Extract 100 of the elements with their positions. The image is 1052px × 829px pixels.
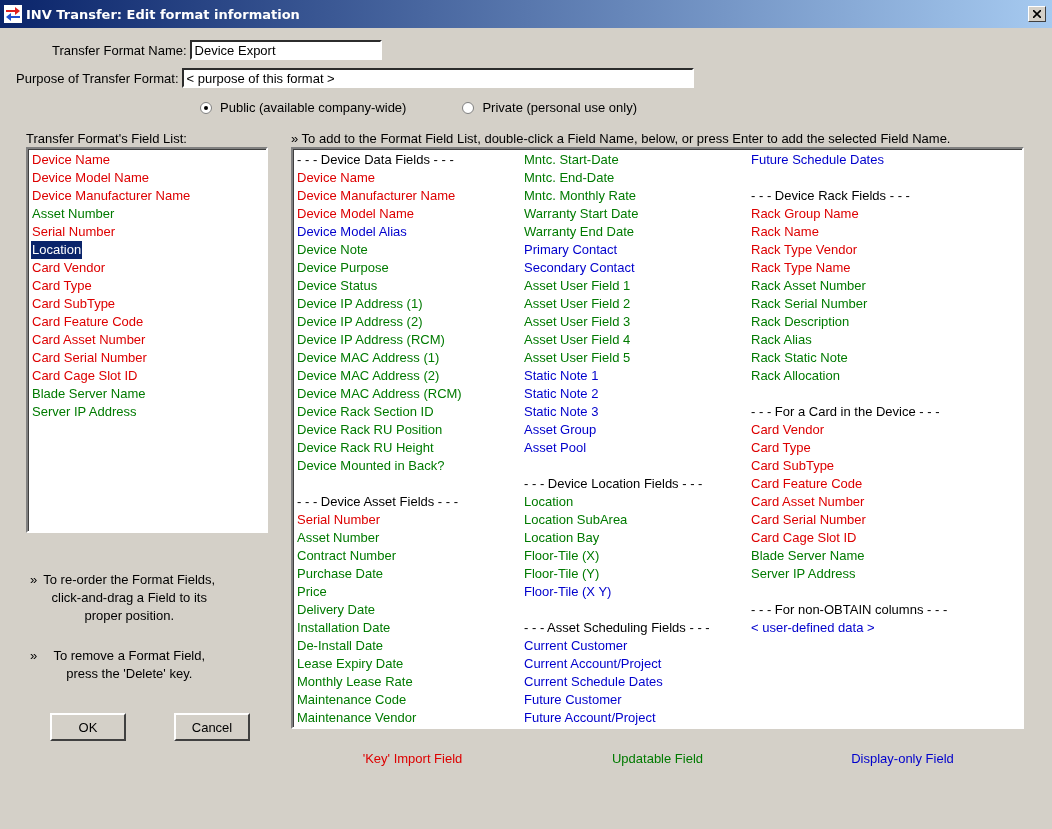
radio-label[interactable]: Public (available company-wide) [220,100,407,115]
field-item[interactable]: Device MAC Address (RCM) [296,385,463,403]
field-item[interactable]: Card Vendor [750,421,825,439]
list-item[interactable]: Location [31,241,83,259]
field-item[interactable]: Future Schedule Dates [750,151,885,169]
radio-button[interactable] [200,101,212,114]
field-item[interactable]: Asset User Field 4 [523,331,632,349]
list-item[interactable]: Card SubType [31,295,117,313]
close-button[interactable] [1028,6,1046,22]
field-item[interactable]: Server IP Address [750,565,857,583]
field-item[interactable]: Asset Pool [523,439,588,457]
list-item[interactable]: Card Feature Code [31,313,145,331]
purpose-field[interactable]: < purpose of this format > [181,68,694,88]
field-item[interactable]: Device Mounted in Back? [296,457,446,475]
field-item[interactable]: Current Schedule Dates [523,673,664,691]
list-item[interactable]: Card Serial Number [31,349,148,367]
field-item[interactable]: Asset User Field 3 [523,313,632,331]
field-item[interactable]: Device Note [296,241,369,259]
radio-button[interactable] [462,101,475,114]
cancel-button[interactable]: Cancel [174,713,250,741]
field-item[interactable]: Floor-Tile (X Y) [523,583,613,601]
field-item[interactable]: Card Serial Number [750,511,867,529]
list-item[interactable]: Asset Number [31,205,116,223]
list-item[interactable]: Blade Server Name [31,385,147,403]
field-item[interactable]: Rack Description [750,313,851,331]
field-item[interactable]: Card Cage Slot ID [750,529,858,547]
field-item[interactable]: Rack Serial Number [750,295,869,313]
field-item[interactable]: Device Purpose [296,259,390,277]
field-item[interactable]: Device MAC Address (1) [296,349,441,367]
field-item[interactable]: Current Customer [523,637,629,655]
field-item[interactable]: Current Account/Project [523,655,663,673]
field-item[interactable]: Card SubType [750,457,836,475]
field-item[interactable]: Device IP Address (1) [296,295,424,313]
field-item[interactable]: Serial Number [296,511,382,529]
list-item[interactable]: Card Asset Number [31,331,147,349]
field-item[interactable]: Device Rack Section ID [296,403,435,421]
field-item[interactable]: De-Install Date [296,637,384,655]
field-item[interactable]: Maintenance Code [296,691,408,709]
list-item[interactable]: Card Cage Slot ID [31,367,139,385]
list-item[interactable]: Server IP Address [31,403,138,421]
field-item[interactable]: Floor-Tile (X) [523,547,601,565]
field-item[interactable]: Device Name [296,169,377,187]
list-item[interactable]: Device Name [31,151,112,169]
ok-button[interactable]: OK [50,713,126,741]
field-item[interactable]: Mntc. Monthly Rate [523,187,637,205]
list-item[interactable]: Card Type [31,277,93,295]
field-item[interactable]: Card Type [750,439,812,457]
field-item[interactable]: Maintenance Vendor [296,709,418,727]
field-item[interactable]: Contract Number [296,547,397,565]
field-item[interactable]: Rack Alias [750,331,813,349]
field-item[interactable]: Warranty Start Date [523,205,640,223]
field-item[interactable]: Price [296,583,328,601]
field-item[interactable]: Rack Type Name [750,259,852,277]
field-item[interactable]: Delivery Date [296,601,377,619]
field-item[interactable]: Future Customer [523,691,623,709]
field-item[interactable]: Floor-Tile (Y) [523,565,601,583]
field-item[interactable]: Secondary Contact [523,259,636,277]
field-item[interactable]: Rack Group Name [750,205,860,223]
field-item[interactable]: Installation Date [296,619,392,637]
field-item[interactable]: Card Feature Code [750,475,864,493]
field-item[interactable]: Device Status [296,277,379,295]
field-item[interactable]: Rack Static Note [750,349,849,367]
field-item[interactable]: Blade Server Name [750,547,866,565]
field-item[interactable]: Rack Name [750,223,820,241]
list-item[interactable]: Serial Number [31,223,117,241]
field-item[interactable]: Mntc. Start-Date [523,151,620,169]
field-item[interactable]: Mntc. End-Date [523,169,616,187]
field-item[interactable]: Asset Number [296,529,381,547]
field-item[interactable]: Purchase Date [296,565,384,583]
field-item[interactable]: Future Account/Project [523,709,657,727]
field-item[interactable]: Card Asset Number [750,493,866,511]
available-fields-list[interactable] [291,147,1024,729]
field-item[interactable]: Location SubArea [523,511,629,529]
field-item[interactable]: Rack Asset Number [750,277,867,295]
field-item[interactable]: Rack Type Vendor [750,241,858,259]
field-item[interactable]: < user-defined data > [750,619,876,637]
field-item[interactable]: Lease Expiry Date [296,655,405,673]
field-item[interactable]: Asset User Field 1 [523,277,632,295]
field-item[interactable]: Asset User Field 2 [523,295,632,313]
field-item[interactable]: Device MAC Address (2) [296,367,441,385]
field-item[interactable]: Static Note 2 [523,385,600,403]
field-item[interactable]: Device Rack RU Height [296,439,435,457]
format-name-field[interactable]: Device Export [189,40,382,60]
field-item[interactable]: Asset User Field 5 [523,349,632,367]
field-item[interactable]: Device Manufacturer Name [296,187,457,205]
radio-label[interactable]: Private (personal use only) [482,100,638,115]
field-item[interactable]: Primary Contact [523,241,619,259]
field-item[interactable]: Device Rack RU Position [296,421,444,439]
field-item[interactable]: Monthly Lease Rate [296,673,414,691]
field-item[interactable]: Location Bay [523,529,601,547]
field-item[interactable]: Warranty End Date [523,223,636,241]
field-item[interactable]: Device IP Address (RCM) [296,331,446,349]
field-item[interactable]: Static Note 1 [523,367,600,385]
list-item[interactable]: Device Manufacturer Name [31,187,192,205]
field-item[interactable]: Device Model Alias [296,223,408,241]
field-item[interactable]: Device IP Address (2) [296,313,424,331]
list-item[interactable]: Device Model Name [31,169,151,187]
field-item[interactable]: Asset Group [523,421,598,439]
field-item[interactable]: Device Model Name [296,205,416,223]
field-item[interactable]: Rack Allocation [750,367,841,385]
